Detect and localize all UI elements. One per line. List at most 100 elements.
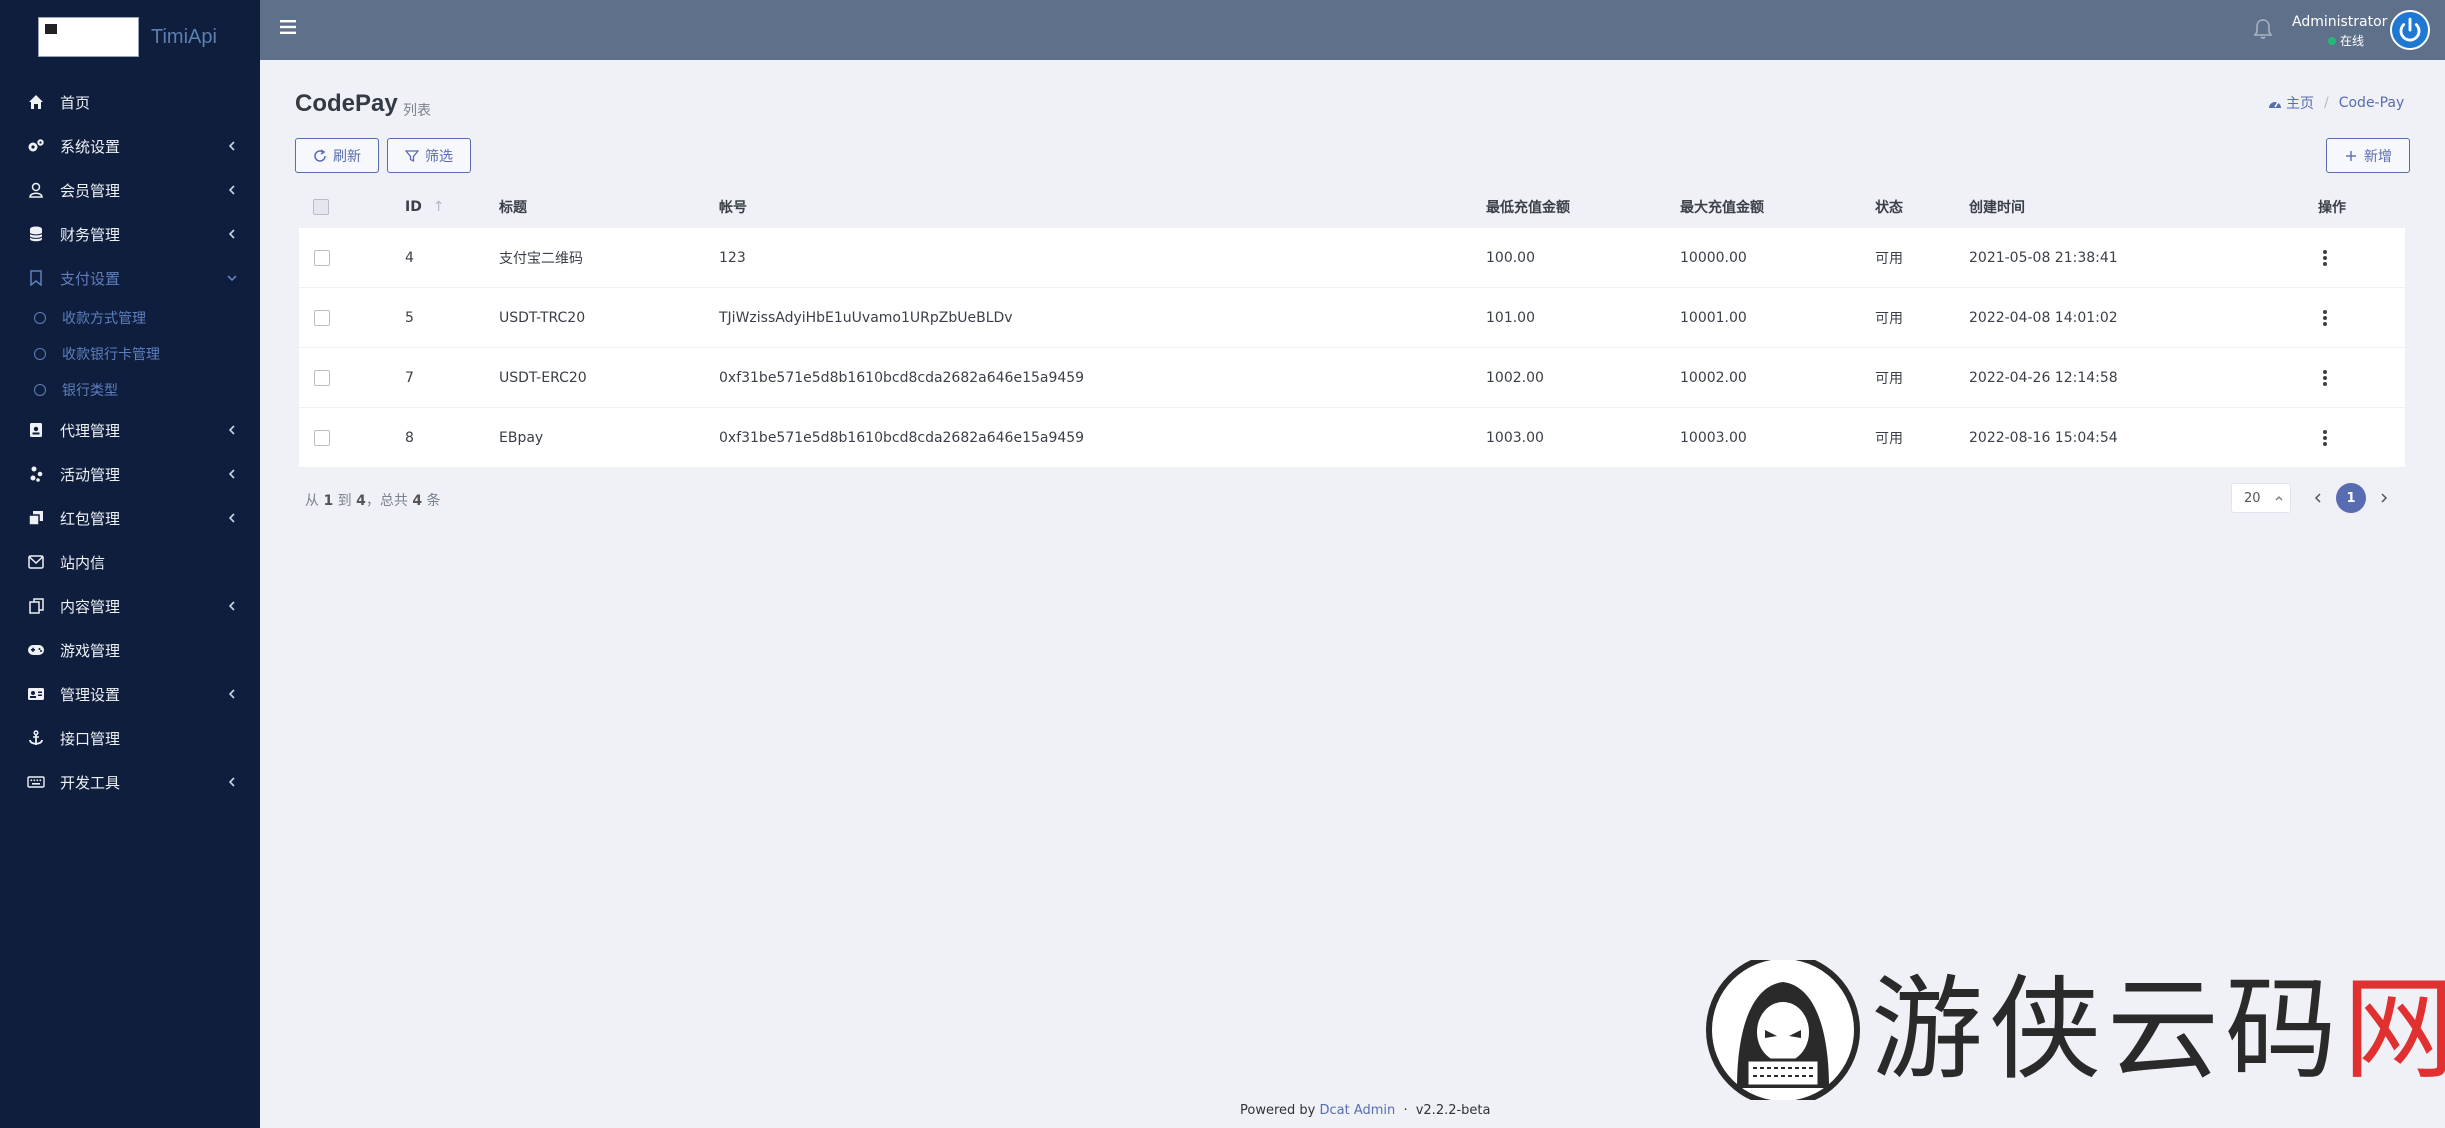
avatar[interactable] — [2390, 10, 2430, 50]
sidebar-item-label: 首页 — [60, 93, 91, 112]
per-page-select[interactable]: 20 — [2231, 483, 2291, 513]
brand[interactable]: TimiApi — [0, 0, 260, 74]
gamepad-icon — [26, 640, 46, 660]
sidebar-subitem-1[interactable]: 收款银行卡管理 — [0, 336, 260, 372]
table-row: 4 支付宝二维码 123 100.00 10000.00 可用 2021-05-08 21:… — [299, 228, 2405, 288]
breadcrumb-home[interactable]: 主页 — [2286, 93, 2314, 113]
bell-icon[interactable] — [2253, 18, 2273, 40]
more-actions-icon[interactable] — [2323, 429, 2327, 446]
id-card-icon — [26, 684, 46, 704]
filter-button[interactable]: 筛选 — [387, 138, 471, 173]
cell-created-at: 2021-05-08 21:38:41 — [1969, 249, 2118, 266]
column-header-min-amount: 最低充值金额 — [1486, 200, 1570, 216]
row-checkbox[interactable] — [314, 369, 330, 386]
more-actions-icon[interactable] — [2323, 369, 2327, 386]
column-header-actions: 操作 — [2318, 200, 2346, 216]
row-checkbox[interactable] — [314, 429, 330, 446]
more-actions-icon[interactable] — [2323, 309, 2327, 326]
select-all-checkbox[interactable] — [313, 199, 329, 215]
sidebar-item-label: 会员管理 — [60, 181, 121, 200]
footer-separator: · — [1403, 1103, 1408, 1118]
online-dot-icon — [2328, 36, 2336, 45]
sidebar-item-6[interactable]: 活动管理 — [0, 452, 260, 496]
user-status-label: 在线 — [2340, 34, 2365, 48]
sidebar-item-label: 站内信 — [60, 553, 106, 572]
breadcrumb-current[interactable]: Code-Pay — [2339, 95, 2405, 111]
sidebar-subitem-label: 收款银行卡管理 — [62, 347, 160, 363]
copy-icon — [26, 596, 46, 616]
sidebar-item-4[interactable]: 支付设置 — [0, 256, 260, 300]
table-row: 8 EBpay 0xf31be571e5d8b1610bcd8cda2682a646… — [299, 408, 2405, 468]
cell-account: TJiWzissAdyiHbE1uUvamo1URpZbUeBLDv — [719, 309, 1013, 326]
hacker-logo-icon — [1706, 960, 1860, 1100]
column-header-created-at: 创建时间 — [1969, 200, 2025, 216]
sidebar-item-7[interactable]: 红包管理 — [0, 496, 260, 540]
sidebar-subitem-0[interactable]: 收款方式管理 — [0, 300, 260, 336]
sidebar-subitem-label: 银行类型 — [62, 383, 118, 399]
add-label: 新增 — [2364, 147, 2392, 164]
more-actions-icon[interactable] — [2323, 249, 2327, 266]
cell-created-at: 2022-04-26 12:14:58 — [1969, 369, 2118, 386]
chevron-up-icon — [2275, 496, 2283, 501]
cell-status: 可用 — [1875, 250, 1903, 267]
chevron-right-icon[interactable] — [2379, 493, 2389, 503]
sidebar-item-5[interactable]: 代理管理 — [0, 408, 260, 452]
cell-min-amount: 101.00 — [1486, 309, 1535, 326]
sidebar-item-label: 管理设置 — [60, 685, 121, 704]
sidebar-item-11[interactable]: 管理设置 — [0, 672, 260, 716]
sidebar-item-3[interactable]: 财务管理 — [0, 212, 260, 256]
sidebar-item-12[interactable]: 接口管理 — [0, 716, 260, 760]
sidebar-subitem-2[interactable]: 银行类型 — [0, 372, 260, 408]
sidebar-item-0[interactable]: 首页 — [0, 80, 260, 124]
envelope-icon — [26, 552, 46, 572]
chevron-left-icon — [224, 138, 240, 154]
column-header-id[interactable]: ID ↑ — [405, 199, 444, 215]
menu-toggle-icon[interactable] — [280, 19, 298, 35]
cell-title: USDT-TRC20 — [499, 309, 586, 326]
footer-link[interactable]: Dcat Admin — [1320, 1103, 1396, 1118]
cogs-icon — [26, 136, 46, 156]
sidebar-submenu: 收款方式管理收款银行卡管理 银行类型 — [0, 300, 260, 408]
cell-id: 5 — [405, 309, 414, 326]
watermark: 游侠云码网 — [1703, 960, 2445, 1100]
cell-id: 4 — [405, 249, 414, 266]
summary-prefix: 从 — [305, 493, 319, 509]
keyboard-icon — [26, 772, 46, 792]
topbar: Administrator 在线 — [260, 0, 2445, 60]
cell-title: EBpay — [499, 429, 544, 446]
add-button[interactable]: 新增 — [2326, 138, 2410, 173]
sidebar-item-label: 活动管理 — [60, 465, 121, 484]
pagination: 1 — [2303, 481, 2399, 515]
sidebar-item-label: 系统设置 — [60, 137, 121, 156]
sidebar-item-8[interactable]: 站内信 — [0, 540, 260, 584]
row-checkbox[interactable] — [314, 309, 330, 326]
yelp-icon — [26, 464, 46, 484]
table-body: 4 支付宝二维码 123 100.00 10000.00 可用 2021-05-08 21:… — [299, 228, 2405, 468]
sidebar-item-13[interactable]: 开发工具 — [0, 760, 260, 804]
sidebar-item-2[interactable]: 会员管理 — [0, 168, 260, 212]
page-button-current[interactable]: 1 — [2336, 483, 2366, 513]
cell-max-amount: 10001.00 — [1680, 309, 1747, 326]
sidebar-item-10[interactable]: 游戏管理 — [0, 628, 260, 672]
user-name[interactable]: Administrator — [2292, 14, 2387, 30]
cell-account: 0xf31be571e5d8b1610bcd8cda2682a646e15a94… — [719, 429, 1085, 446]
refresh-icon — [314, 148, 326, 162]
sort-arrow-icon[interactable]: ↑ — [433, 199, 445, 215]
brand-logo — [38, 17, 139, 57]
watermark-text: 游侠云码网 — [1871, 960, 2445, 1100]
page-title: CodePay — [295, 90, 398, 117]
chevron-left-icon[interactable] — [2313, 493, 2323, 503]
circle-icon — [34, 384, 46, 396]
chevron-left-icon — [224, 598, 240, 614]
sidebar-item-label: 内容管理 — [60, 597, 121, 616]
sidebar-item-9[interactable]: 内容管理 — [0, 584, 260, 628]
refresh-button[interactable]: 刷新 — [295, 138, 379, 173]
table-row: 7 USDT-ERC20 0xf31be571e5d8b1610bcd8cda268… — [299, 348, 2405, 408]
sidebar-item-1[interactable]: 系统设置 — [0, 124, 260, 168]
cell-status: 可用 — [1875, 310, 1903, 327]
row-checkbox[interactable] — [314, 249, 330, 266]
cell-status: 可用 — [1875, 430, 1903, 447]
chevron-down-icon — [224, 270, 240, 286]
cell-max-amount: 10003.00 — [1680, 429, 1747, 446]
chevron-left-icon — [224, 686, 240, 702]
